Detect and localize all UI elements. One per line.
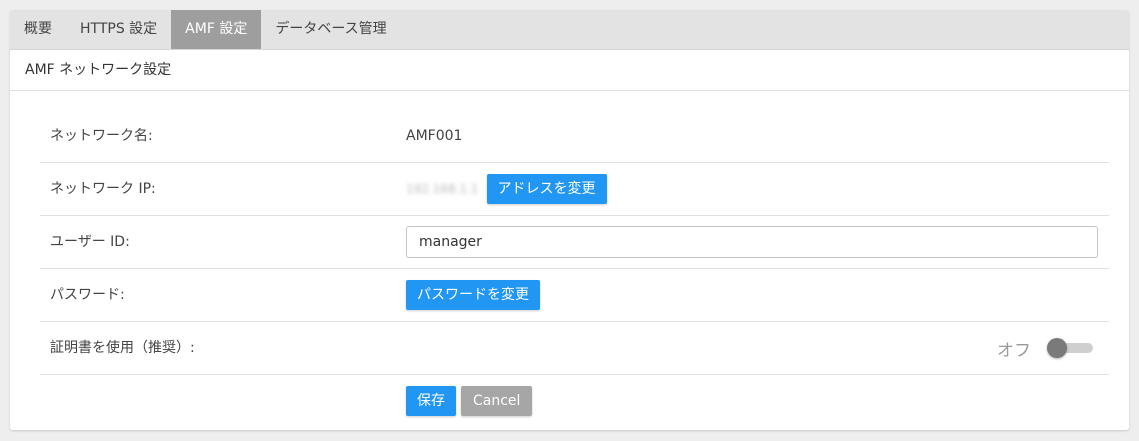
network-ip-row: ネットワーク IP: 192.168.1.1 アドレスを変更 [40,163,1109,216]
network-ip-label: ネットワーク IP: [50,181,156,197]
network-name-label: ネットワーク名: [50,128,153,144]
tab-https-settings[interactable]: HTTPS 設定 [66,10,171,49]
amf-settings-panel: 概要 HTTPS 設定 AMF 設定 データベース管理 AMF ネットワーク設定… [10,10,1129,430]
certificate-toggle-state: オフ [997,340,1031,361]
toggle-knob [1047,338,1067,358]
tab-database-management[interactable]: データベース管理 [261,10,400,49]
network-name-row: ネットワーク名: AMF001 [40,110,1109,163]
user-id-value-group [406,216,1098,268]
tab-overview[interactable]: 概要 [10,10,66,49]
tab-bar: 概要 HTTPS 設定 AMF 設定 データベース管理 [10,10,1129,50]
network-ip-value-group: 192.168.1.1 アドレスを変更 [406,163,607,215]
save-button[interactable]: 保存 [406,386,456,416]
certificate-row: 証明書を使用（推奨）: オフ [40,322,1109,375]
network-settings-form: ネットワーク名: AMF001 ネットワーク IP: 192.168.1.1 ア… [40,110,1109,427]
user-id-input[interactable] [406,226,1098,258]
certificate-label: 証明書を使用（推奨）: [50,340,195,356]
user-id-row: ユーザー ID: [40,216,1109,269]
network-name-value: AMF001 [406,128,463,144]
user-id-label: ユーザー ID: [50,234,130,250]
actions-group: 保存 Cancel [406,375,533,427]
password-value-group: パスワードを変更 [406,269,540,321]
change-address-button[interactable]: アドレスを変更 [486,174,607,204]
actions-row: 保存 Cancel [40,375,1109,427]
cancel-button[interactable]: Cancel [461,386,533,416]
section-title: AMF ネットワーク設定 [10,50,1129,91]
certificate-toggle-switch[interactable] [1047,337,1093,359]
certificate-toggle-group: オフ [997,322,1093,374]
change-password-button[interactable]: パスワードを変更 [406,280,540,310]
password-row: パスワード: パスワードを変更 [40,269,1109,322]
tab-amf-settings[interactable]: AMF 設定 [171,10,262,49]
password-label: パスワード: [50,287,125,303]
network-ip-value: 192.168.1.1 [406,182,479,196]
